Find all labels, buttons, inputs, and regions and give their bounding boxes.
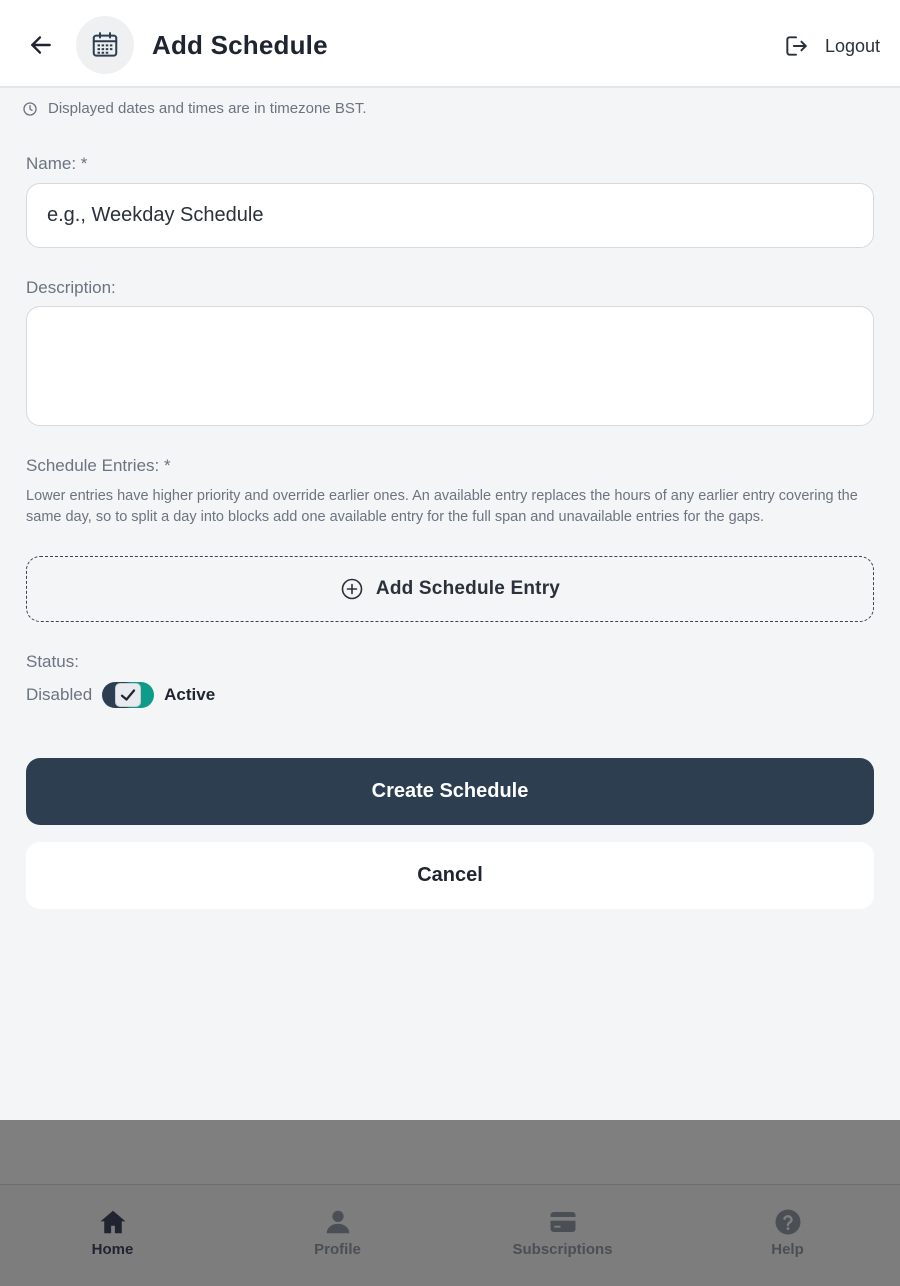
arrow-left-icon bbox=[31, 36, 51, 54]
nav-item-home[interactable]: Home bbox=[0, 1185, 225, 1286]
credit-card-icon bbox=[550, 1212, 575, 1232]
description-input[interactable] bbox=[26, 306, 874, 426]
back-button[interactable] bbox=[22, 26, 60, 64]
user-icon bbox=[326, 1210, 349, 1234]
nav-label-home: Home bbox=[91, 1241, 134, 1258]
nav-label-subscriptions: Subscriptions bbox=[512, 1241, 613, 1258]
status-label: Status: bbox=[26, 652, 79, 671]
description-label: Description: bbox=[26, 278, 116, 297]
schedule-entries-label: Schedule Entries: * bbox=[26, 456, 171, 475]
home-icon bbox=[100, 1210, 125, 1234]
nav-item-help[interactable]: Help bbox=[675, 1185, 900, 1286]
check-icon bbox=[121, 689, 136, 701]
add-schedule-entry-label: Add Schedule Entry bbox=[375, 578, 561, 599]
nav-item-subscriptions[interactable]: Subscriptions bbox=[450, 1185, 675, 1286]
bottom-nav: Home Profile Subscriptions Help bbox=[0, 1184, 900, 1286]
logout-button[interactable]: Logout bbox=[783, 30, 880, 62]
clock-icon bbox=[23, 101, 37, 116]
calendar-icon bbox=[92, 32, 118, 57]
status-toggle-row: Disabled Active bbox=[26, 680, 215, 710]
cancel-button[interactable]: Cancel bbox=[26, 842, 874, 909]
nav-item-profile[interactable]: Profile bbox=[225, 1185, 450, 1286]
app-header: Add Schedule Logout bbox=[0, 0, 900, 88]
status-active-label: Active bbox=[164, 685, 216, 704]
help-circle-icon bbox=[775, 1209, 800, 1235]
create-schedule-button[interactable]: Create Schedule bbox=[26, 758, 874, 825]
name-input[interactable] bbox=[26, 183, 874, 248]
status-toggle[interactable] bbox=[102, 682, 155, 708]
schedule-entries-help: Lower entries have higher priority and o… bbox=[26, 488, 858, 525]
nav-label-profile: Profile bbox=[314, 1241, 361, 1258]
plus-circle-icon bbox=[341, 578, 363, 600]
add-schedule-entry-button[interactable]: Add Schedule Entry bbox=[26, 556, 874, 622]
toggle-knob bbox=[115, 683, 142, 707]
logout-icon bbox=[786, 36, 807, 56]
name-label: Name: * bbox=[26, 154, 88, 173]
timezone-note: Displayed dates and times are in timezon… bbox=[22, 100, 367, 117]
nav-label-help: Help bbox=[771, 1241, 804, 1258]
app-icon bbox=[76, 16, 134, 74]
status-disabled-label: Disabled bbox=[26, 685, 93, 704]
timezone-text: Displayed dates and times are in timezon… bbox=[48, 100, 367, 117]
logout-label: Logout bbox=[824, 35, 880, 56]
page-title: Add Schedule bbox=[152, 30, 328, 60]
